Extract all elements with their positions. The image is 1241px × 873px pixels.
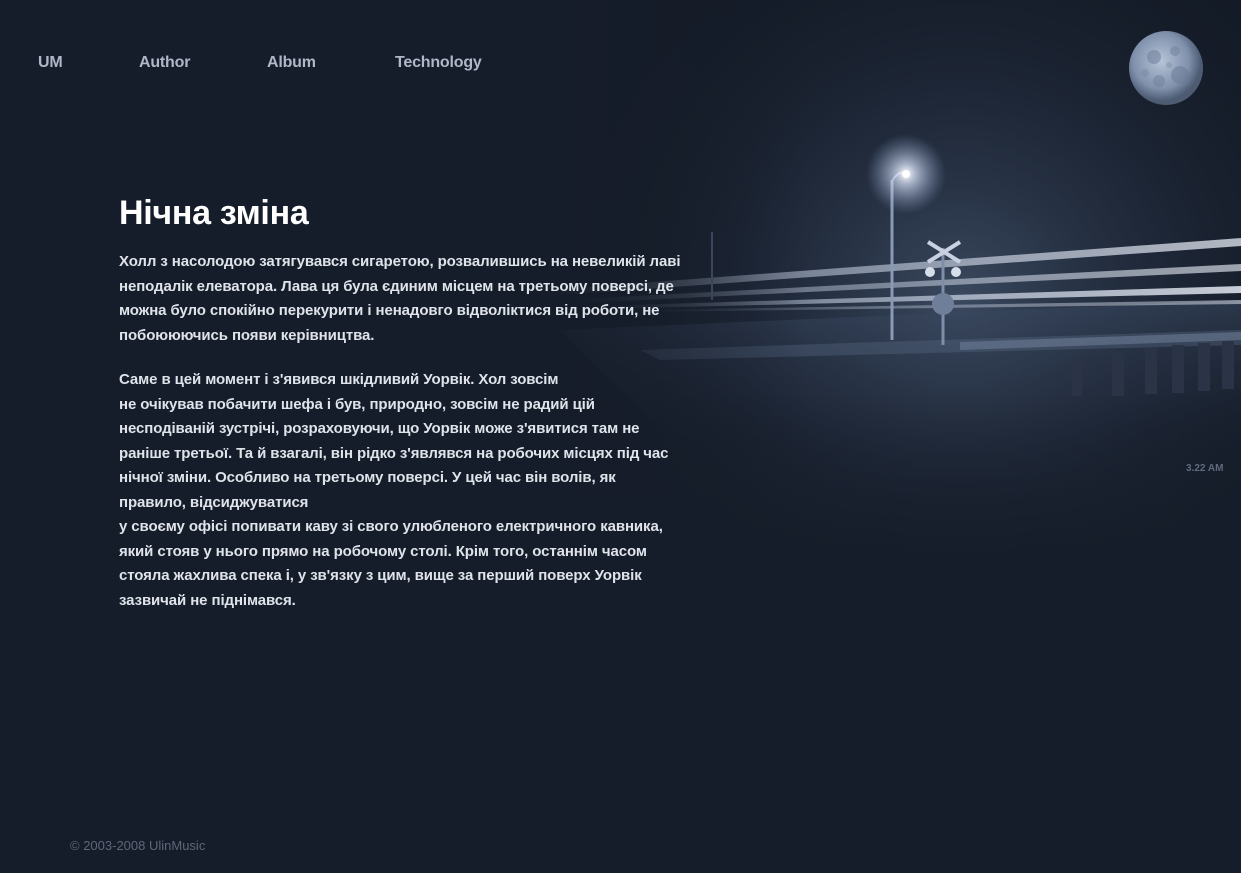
nav-item-um[interactable]: UM (38, 54, 63, 72)
nav-item-album[interactable]: Album (267, 54, 316, 72)
nav-item-technology[interactable]: Technology (395, 54, 482, 72)
photo-timestamp: 3.22 AM (1186, 463, 1224, 474)
moon-icon (1129, 31, 1203, 105)
article: Нічна зміна Холл з насолодою затягувався… (119, 190, 719, 633)
page: UM Author Album Technology 3.22 AM Нічна… (0, 0, 1241, 873)
article-paragraph: Холл з насолодою затягувався сигаретою, … (119, 253, 681, 344)
article-paragraph: Саме в цей момент і з'явився шкідливий У… (119, 371, 669, 609)
nav-item-author[interactable]: Author (139, 54, 190, 72)
footer-copyright: © 2003-2008 UlinMusic (70, 838, 206, 853)
article-title: Нічна зміна (119, 194, 309, 232)
